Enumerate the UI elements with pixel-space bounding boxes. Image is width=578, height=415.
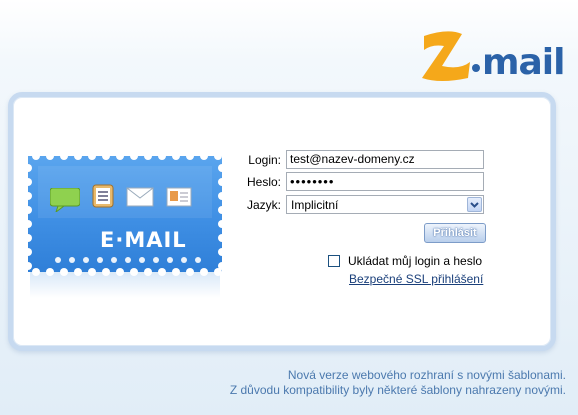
password-input[interactable]: ••••••••: [286, 172, 484, 191]
zmail-logo: mail: [420, 26, 570, 86]
remember-row: Ukládat můj login a heslo: [328, 254, 498, 270]
language-select-value: Implicitní: [291, 198, 339, 212]
login-page: mail E·MAIL Login: test@nazev-domeny.cz …: [0, 0, 578, 415]
envelope-icon: [126, 187, 154, 207]
ssl-login-link[interactable]: Bezpečné SSL přihlášení: [349, 272, 483, 286]
notice-line-2: Z důvodu kompatibility byly některé šabl…: [229, 383, 566, 397]
language-select[interactable]: Implicitní: [286, 195, 484, 214]
login-row: Login: test@nazev-domeny.cz: [236, 150, 496, 170]
language-label: Jazyk:: [246, 198, 281, 212]
contact-card-icon: [166, 187, 192, 207]
login-label: Login:: [248, 153, 281, 167]
password-label: Heslo:: [246, 175, 281, 189]
stamp-title: E·MAIL: [100, 228, 187, 252]
login-input[interactable]: test@nazev-domeny.cz: [286, 150, 484, 169]
remember-checkbox[interactable]: [328, 255, 340, 267]
email-stamp-illustration: E·MAIL: [24, 152, 226, 302]
notice-line-1: Nová verze webového rozhraní s novými ša…: [287, 368, 566, 382]
notepad-icon: [92, 184, 114, 208]
login-button[interactable]: Přihlásit: [424, 223, 486, 243]
password-row: Heslo: ••••••••: [236, 172, 496, 192]
version-notice: Nová verze webového rozhraní s novými ša…: [230, 368, 566, 398]
svg-text:mail: mail: [482, 42, 564, 83]
chevron-down-icon[interactable]: [467, 197, 482, 212]
chat-bubble-icon: [49, 187, 81, 214]
language-row: Jazyk: Implicitní: [236, 195, 496, 215]
remember-label[interactable]: Ukládat můj login a heslo: [348, 254, 482, 268]
